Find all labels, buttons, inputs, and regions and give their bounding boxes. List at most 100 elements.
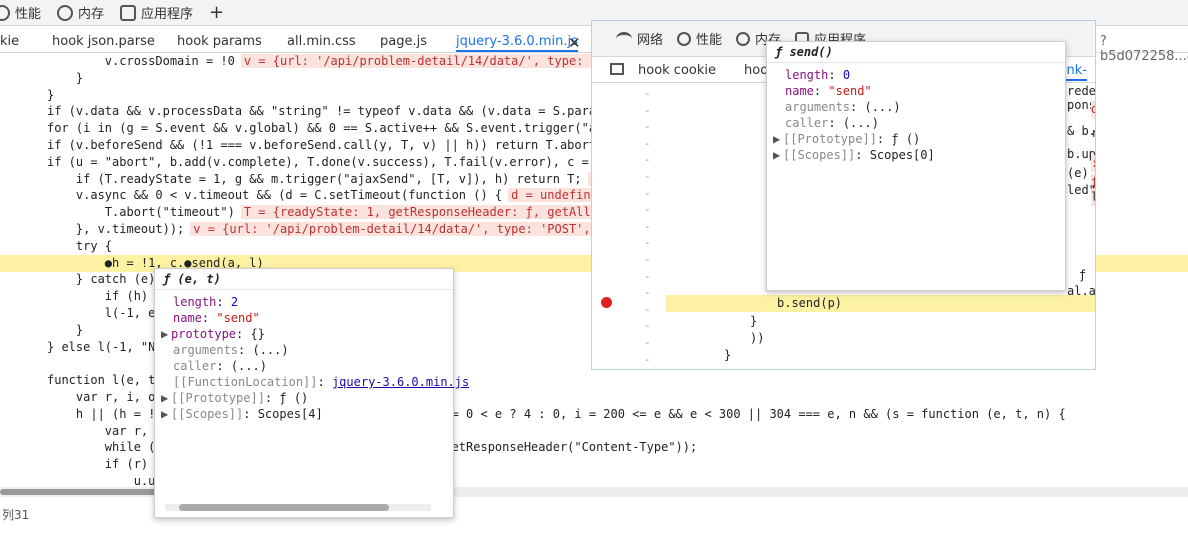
- code-line[interactable]: if (u = "abort", b.add(v.complete), T.do…: [0, 154, 639, 171]
- property-key: length: [785, 68, 829, 82]
- tooltip-property: [[FunctionLocation]]: jquery-3.6.0.min.j…: [155, 374, 469, 390]
- code-text: } else l(-1, "No: [47, 339, 163, 354]
- tooltip-property: length: 2: [155, 294, 453, 310]
- toolbar-performance[interactable]: 性能: [0, 3, 41, 22]
- property-key: prototype: [171, 327, 237, 341]
- tooltip-scrollbar[interactable]: [165, 504, 431, 511]
- code-text: l(-1, e): [47, 306, 163, 320]
- code-line[interactable]: }: [0, 322, 83, 339]
- property-value: 2: [230, 295, 239, 309]
- expand-triangle-icon[interactable]: ▶: [773, 131, 783, 147]
- tab-page-js[interactable]: page.js: [380, 34, 427, 49]
- code-line[interactable]: v.async && 0 < v.timeout && (d = C.setTi…: [0, 187, 609, 204]
- code-line[interactable]: try {: [0, 238, 112, 255]
- tab-hook-cookie[interactable]: hook cookie: [638, 63, 716, 78]
- gutter-dash: -: [644, 253, 651, 266]
- gutter-dash: -: [644, 302, 651, 316]
- code-line[interactable]: u.uns: [0, 473, 170, 485]
- tab-jquery[interactable]: jquery-3.6.0.min.js: [456, 34, 578, 52]
- property-key: length: [173, 295, 217, 309]
- inline-value: v = {url: '/api/problem-detail/14/data/'…: [190, 222, 645, 236]
- panel2-network[interactable]: 网络: [616, 29, 663, 48]
- code-text: b.send(p): [777, 296, 843, 310]
- panel2-performance[interactable]: 性能: [677, 29, 722, 48]
- property-separator: :: [850, 100, 865, 114]
- tooltip-property[interactable]: ▶ [[Prototype]]: ƒ (): [767, 131, 1065, 147]
- code-line[interactable]: }: [750, 313, 757, 330]
- tooltip-property[interactable]: ▶ prototype: {}: [155, 326, 453, 342]
- gutter-dash: -: [644, 219, 651, 233]
- gutter-dash: -: [644, 336, 651, 349]
- code-line[interactable]: if (r) fo: [0, 456, 170, 473]
- code-line[interactable]: )): [750, 330, 764, 347]
- cursor-position: 列31: [2, 508, 30, 522]
- toolbar-application[interactable]: 应用程序: [120, 3, 193, 22]
- code-line[interactable]: }: [0, 70, 83, 87]
- tab-hook-params[interactable]: hook params: [177, 34, 262, 49]
- code-line[interactable]: if (v.beforeSend && (!1 === v.beforeSend…: [0, 137, 637, 154]
- property-value: "send": [828, 84, 872, 98]
- tab-kie[interactable]: kie: [0, 34, 19, 49]
- tab-hook-json-parse[interactable]: hook json.parse: [52, 34, 155, 49]
- gutter-dash: -: [644, 269, 651, 283]
- property-separator: :: [876, 132, 892, 146]
- gutter-dash: -: [644, 352, 651, 366]
- panel2-performance-label: 性能: [696, 33, 723, 48]
- gutter-dash: -: [644, 136, 651, 150]
- code-line[interactable]: [0, 355, 47, 372]
- code-line[interactable]: var r, i,: [0, 423, 170, 440]
- sidebar-toggle-icon[interactable]: [610, 63, 624, 75]
- code-line[interactable]: } else l(-1, "No: [0, 339, 163, 356]
- property-separator: :: [264, 391, 280, 405]
- code-line[interactable]: if (v.data && v.processData && "string" …: [0, 103, 647, 120]
- expand-triangle-icon[interactable]: ▶: [161, 406, 171, 422]
- expand-triangle-icon[interactable]: ▶: [161, 390, 171, 406]
- code-line[interactable]: function l(e, t,: [0, 372, 163, 389]
- code-line[interactable]: }: [0, 87, 54, 104]
- breakpoint-marker[interactable]: [601, 297, 612, 308]
- code-line[interactable]: }: [724, 347, 731, 364]
- tooltip-property[interactable]: ▶ [[Scopes]]: Scopes[0]: [767, 147, 1065, 163]
- tab-hoo[interactable]: hoo: [744, 63, 768, 78]
- code-line[interactable]: v.crossDomain = !0 v = {url: '/api/proble…: [0, 53, 645, 70]
- property-value[interactable]: jquery-3.6.0.min.js: [332, 375, 469, 389]
- expand-triangle-icon[interactable]: ▶: [161, 326, 171, 342]
- scrollbar-thumb[interactable]: [0, 489, 160, 495]
- property-separator: :: [216, 359, 231, 373]
- property-value: (...): [864, 100, 901, 114]
- tooltip-property[interactable]: ▶ [[Prototype]]: ƒ (): [155, 390, 453, 406]
- close-tab-icon[interactable]: ✕: [568, 34, 581, 52]
- code-line[interactable]: T.abort("timeout") T = {readyState: 1, ge…: [0, 204, 645, 221]
- plus-icon: +: [209, 2, 225, 23]
- code-text: if (h) th: [47, 289, 170, 304]
- code-line[interactable]: if (T.readyState = 1, g && m.trigger("aj…: [0, 171, 645, 188]
- property-separator: :: [236, 327, 251, 341]
- property-value: (...): [252, 343, 289, 357]
- expand-triangle-icon[interactable]: ▶: [773, 147, 783, 163]
- code-line[interactable]: }, v.timeout)); v = {url: '/api/problem-d…: [0, 221, 645, 238]
- code-line[interactable]: if (h) th: [0, 288, 170, 305]
- gutter-dash: -: [644, 203, 651, 217]
- code-line[interactable]: l(-1, e): [0, 305, 163, 322]
- code-text: v.crossDomain = !0: [47, 54, 235, 68]
- code-line[interactable]: b.send(p): [666, 295, 1095, 312]
- property-separator: :: [813, 84, 829, 98]
- gutter-dash: -: [644, 236, 651, 250]
- code-line[interactable]: } catch (e) {: [0, 271, 170, 288]
- add-tab-button[interactable]: +: [209, 2, 224, 23]
- property-key: caller: [785, 116, 829, 130]
- gutter-dash: -: [644, 120, 651, 134]
- tooltip-property[interactable]: ▶ [[Scopes]]: Scopes[4]: [155, 406, 453, 422]
- code-line[interactable]: for (i in (g = S.event && v.global) && 0…: [0, 120, 647, 137]
- tooltip-scrollbar-thumb[interactable]: [179, 504, 389, 511]
- gutter-dash: -: [644, 153, 651, 167]
- code-text: )): [750, 331, 765, 345]
- code-text: if (v.beforeSend && (!1 === v.beforeSend…: [47, 138, 618, 152]
- toolbar-memory[interactable]: 内存: [57, 3, 104, 22]
- code-text: var r, i,: [47, 423, 170, 438]
- tab-all-min-css[interactable]: all.min.css: [287, 34, 356, 49]
- toolbar-performance-label: 性能: [15, 7, 42, 22]
- tooltip-property: arguments: (...): [767, 99, 1065, 115]
- code-text: if (u = "abort", b.add(v.complete), T.do…: [47, 154, 640, 169]
- property-separator: :: [828, 68, 843, 82]
